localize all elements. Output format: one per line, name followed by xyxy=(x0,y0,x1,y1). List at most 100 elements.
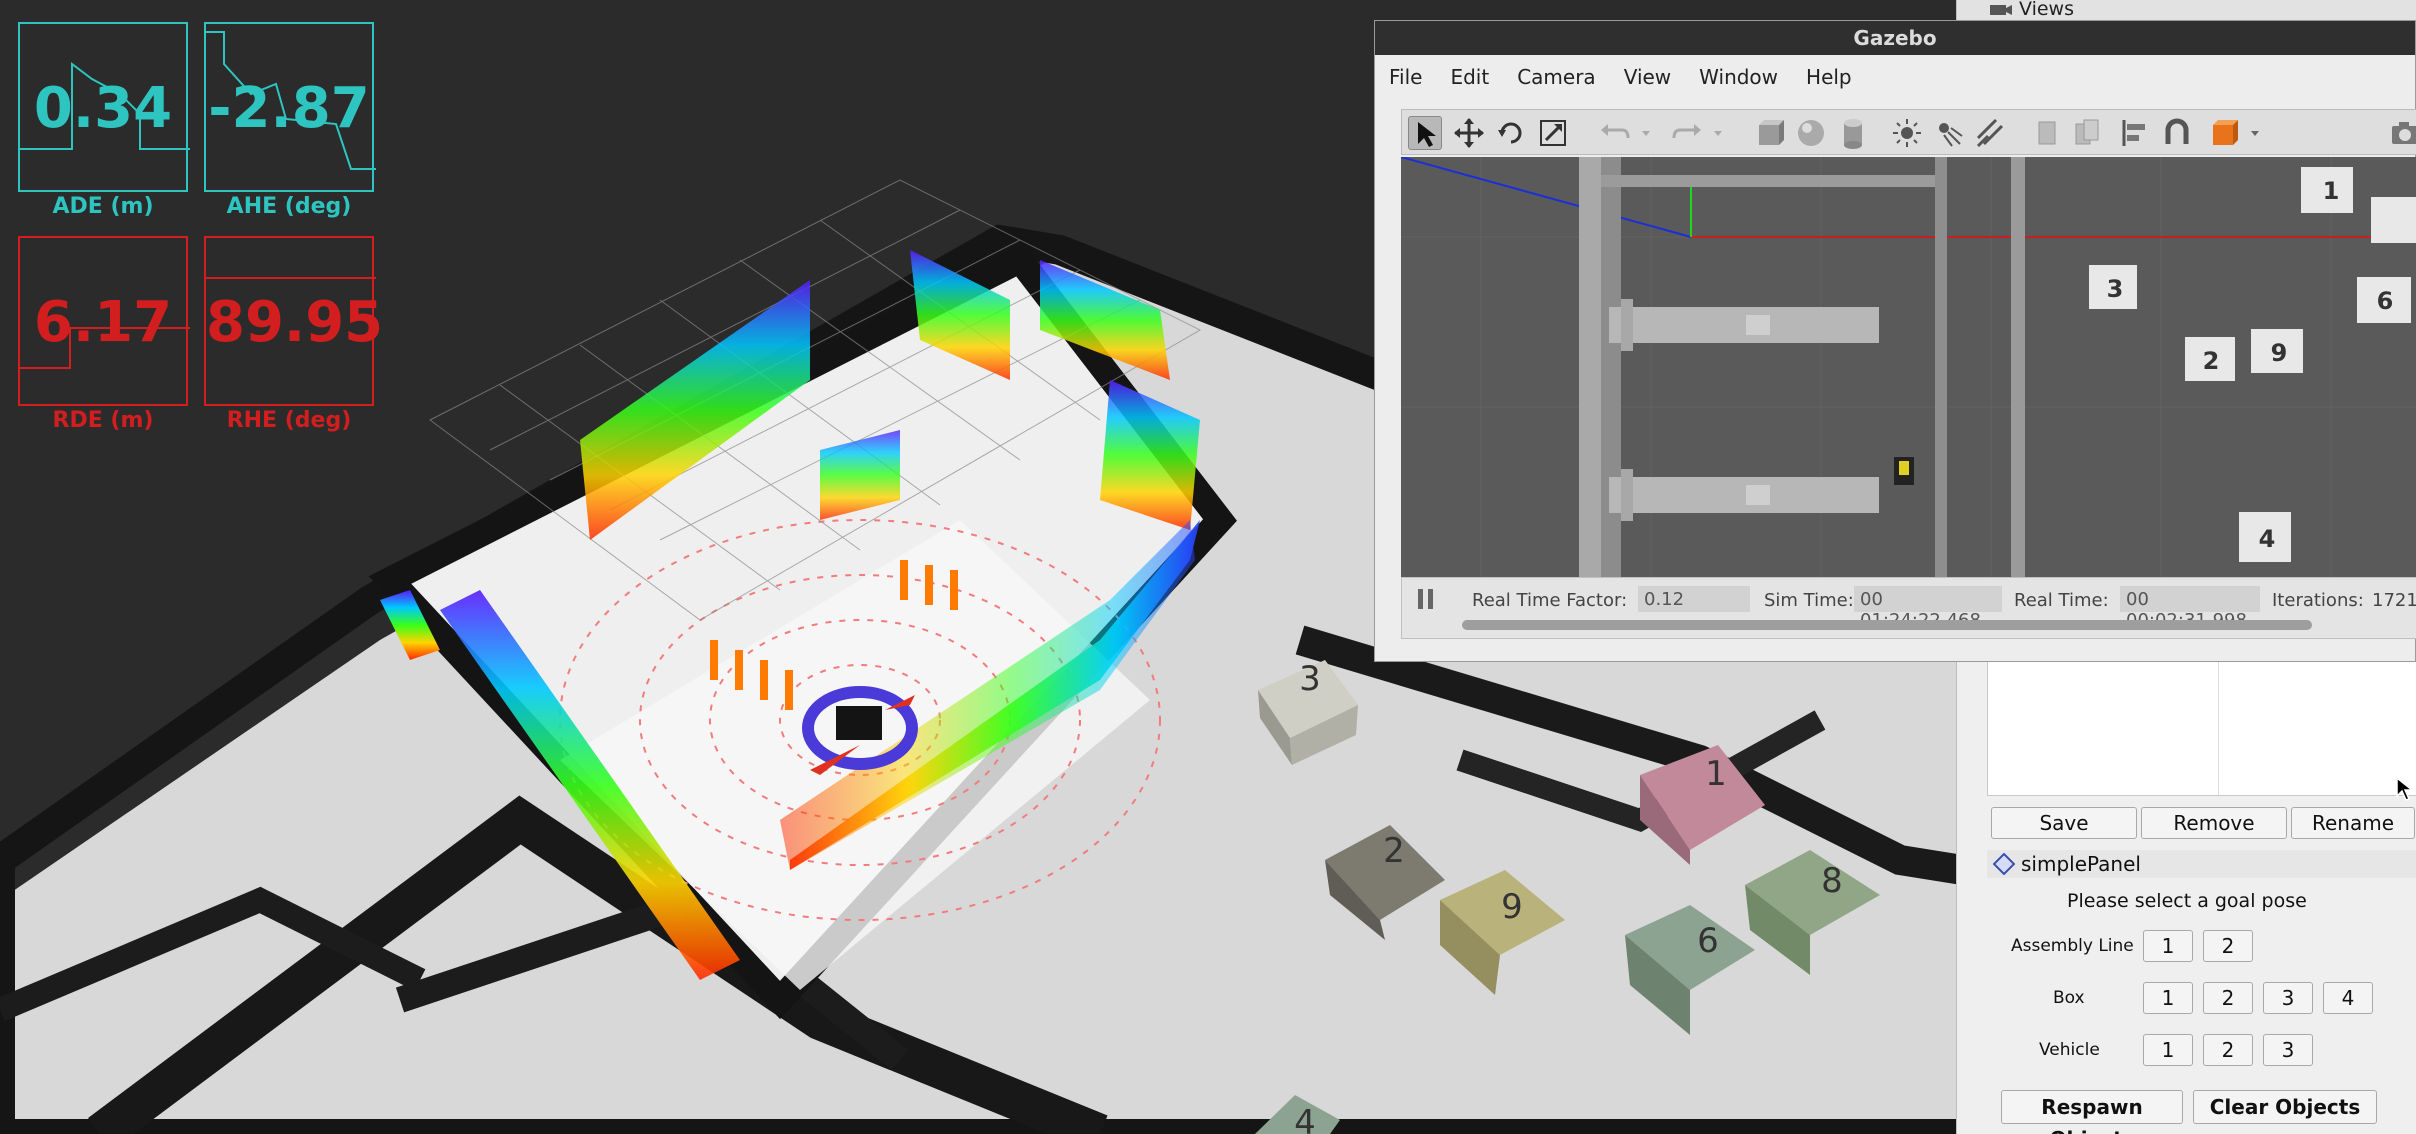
vehicle-1-button[interactable]: 1 xyxy=(2143,1034,2193,1066)
vehicle-3-button[interactable]: 3 xyxy=(2263,1034,2313,1066)
plugin-diamond-icon xyxy=(1993,853,2015,875)
rhe-plot: 89.95 xyxy=(204,236,384,406)
ade-value: 0.34 xyxy=(33,76,173,141)
menu-view[interactable]: View xyxy=(1610,59,1685,95)
gz-box-label-2: 2 xyxy=(2203,347,2220,375)
box-label-4: 4 xyxy=(1294,1103,1316,1134)
align-icon[interactable] xyxy=(2118,116,2152,150)
box-label-6: 6 xyxy=(1697,921,1719,961)
ahe-label: AHE (deg) xyxy=(226,194,352,219)
sim-time-label: Sim Time: xyxy=(1764,590,1854,611)
gazebo-toolbar xyxy=(1401,109,2416,155)
views-title: Views xyxy=(2019,0,2074,20)
assembly-line-label: Assembly Line xyxy=(2011,936,2134,956)
view-angle-dropdown-icon[interactable] xyxy=(2248,116,2262,150)
save-button[interactable]: Save xyxy=(1991,807,2137,839)
gz-box-label-4: 4 xyxy=(2259,525,2276,553)
box-label-8: 8 xyxy=(1821,861,1843,901)
gz-box-2[interactable]: 2 xyxy=(2185,337,2235,381)
assembly-line-1-button[interactable]: 1 xyxy=(2143,930,2193,962)
rtf-label: Real Time Factor: xyxy=(1472,590,1628,611)
views-list[interactable] xyxy=(1987,660,2416,796)
undo-icon[interactable] xyxy=(1598,116,1632,150)
gz-box-label-1: 1 xyxy=(2323,177,2340,205)
gazebo-menu-bar: File Edit Camera View Window Help xyxy=(1375,59,1866,95)
views-header[interactable]: Views xyxy=(1957,0,2416,20)
gz-box-3[interactable]: 3 xyxy=(2089,265,2137,309)
menu-help[interactable]: Help xyxy=(1792,59,1866,95)
vehicle-2-button[interactable]: 2 xyxy=(2203,1034,2253,1066)
pause-icon[interactable] xyxy=(1414,586,1438,612)
gz-box-1[interactable]: 1 xyxy=(2301,167,2353,213)
directional-light-icon[interactable] xyxy=(1974,116,2008,150)
rtf-value: 0.12 xyxy=(1638,586,1750,612)
gz-box-label-3: 3 xyxy=(2107,275,2124,303)
assembly-line-2-button[interactable]: 2 xyxy=(2203,930,2253,962)
gz-box-9[interactable]: 9 xyxy=(2251,329,2303,373)
goal-prompt: Please select a goal pose xyxy=(2067,890,2307,912)
box-1-button[interactable]: 1 xyxy=(2143,982,2193,1014)
redo-icon[interactable] xyxy=(1670,116,1704,150)
spot-light-icon[interactable] xyxy=(1932,116,1966,150)
box-label-9: 9 xyxy=(1501,887,1523,927)
clear-objects-button[interactable]: Clear Objects xyxy=(2193,1090,2377,1124)
menu-file[interactable]: File xyxy=(1375,59,1436,95)
box-label: Box xyxy=(2053,988,2085,1008)
rde-value: 6.17 xyxy=(33,290,173,355)
camera-icon xyxy=(1990,5,2012,15)
respawn-objects-button[interactable]: Respawn Objects xyxy=(2001,1090,2183,1134)
remove-button[interactable]: Remove xyxy=(2141,807,2287,839)
select-arrow-icon[interactable] xyxy=(1408,116,1442,150)
rhe-value: 89.95 xyxy=(206,290,384,355)
simplepanel-header[interactable]: simplePanel xyxy=(1987,850,2416,878)
ade-plot: 0.34 xyxy=(18,22,190,192)
gz-box-6[interactable]: 6 xyxy=(2357,277,2411,323)
box-label-1: 1 xyxy=(1705,754,1727,794)
rhe-label: RHE (deg) xyxy=(226,408,352,433)
iterations-value: 1721 xyxy=(2372,590,2416,611)
redo-dropdown-icon[interactable] xyxy=(1710,116,1726,150)
undo-dropdown-icon[interactable] xyxy=(1638,116,1654,150)
translate-icon[interactable] xyxy=(1452,116,1486,150)
box-label-2: 2 xyxy=(1383,831,1405,871)
box-3-button[interactable]: 3 xyxy=(2263,982,2313,1014)
vehicle-label: Vehicle xyxy=(2039,1040,2100,1060)
box-2-button[interactable]: 2 xyxy=(2203,982,2253,1014)
gazebo-window: Gazebo File Edit Camera View Window Help xyxy=(1374,20,2416,662)
gazebo-3d-viewport[interactable]: 1 3 2 9 6 4 xyxy=(1401,157,2416,577)
copy-icon[interactable] xyxy=(2030,116,2064,150)
rotate-icon[interactable] xyxy=(1494,116,1528,150)
ahe-plot: -2.87 xyxy=(204,22,376,192)
point-light-icon[interactable] xyxy=(1890,116,1924,150)
simplepanel-title: simplePanel xyxy=(2021,852,2141,876)
paste-icon[interactable] xyxy=(2070,116,2104,150)
rde-plot: 6.17 xyxy=(18,236,190,406)
iterations-label: Iterations: xyxy=(2272,590,2364,611)
box-label-3: 3 xyxy=(1299,659,1321,699)
gz-box-8[interactable] xyxy=(2371,197,2416,243)
sim-time-value: 00 01:24:22.468 xyxy=(1854,586,2002,631)
rename-button[interactable]: Rename xyxy=(2291,807,2415,839)
menu-window[interactable]: Window xyxy=(1685,59,1792,95)
gz-box-label-6: 6 xyxy=(2377,287,2394,315)
gz-box-label-9: 9 xyxy=(2271,339,2288,367)
real-time-label: Real Time: xyxy=(2014,590,2109,611)
box-4-button[interactable]: 4 xyxy=(2323,982,2373,1014)
menu-camera[interactable]: Camera xyxy=(1503,59,1610,95)
view-angle-icon[interactable] xyxy=(2208,116,2242,150)
gazebo-title-bar[interactable]: Gazebo xyxy=(1375,21,2415,55)
box-shape-icon[interactable] xyxy=(1752,116,1786,150)
gazebo-status-bar: Real Time Factor: 0.12 Sim Time: 00 01:2… xyxy=(1401,577,2416,639)
sphere-shape-icon[interactable] xyxy=(1794,116,1828,150)
scale-icon[interactable] xyxy=(1536,116,1570,150)
rde-label: RDE (m) xyxy=(52,408,154,433)
status-scrollbar[interactable] xyxy=(1462,620,2312,630)
snap-icon[interactable] xyxy=(2160,116,2194,150)
ahe-value: -2.87 xyxy=(208,76,370,141)
cylinder-shape-icon[interactable] xyxy=(1836,116,1870,150)
ade-label: ADE (m) xyxy=(52,194,154,219)
gz-box-4[interactable]: 4 xyxy=(2239,512,2291,562)
menu-edit[interactable]: Edit xyxy=(1436,59,1503,95)
screenshot-icon[interactable] xyxy=(2388,116,2416,150)
real-time-value: 00 00:02:31.998 xyxy=(2120,586,2260,631)
